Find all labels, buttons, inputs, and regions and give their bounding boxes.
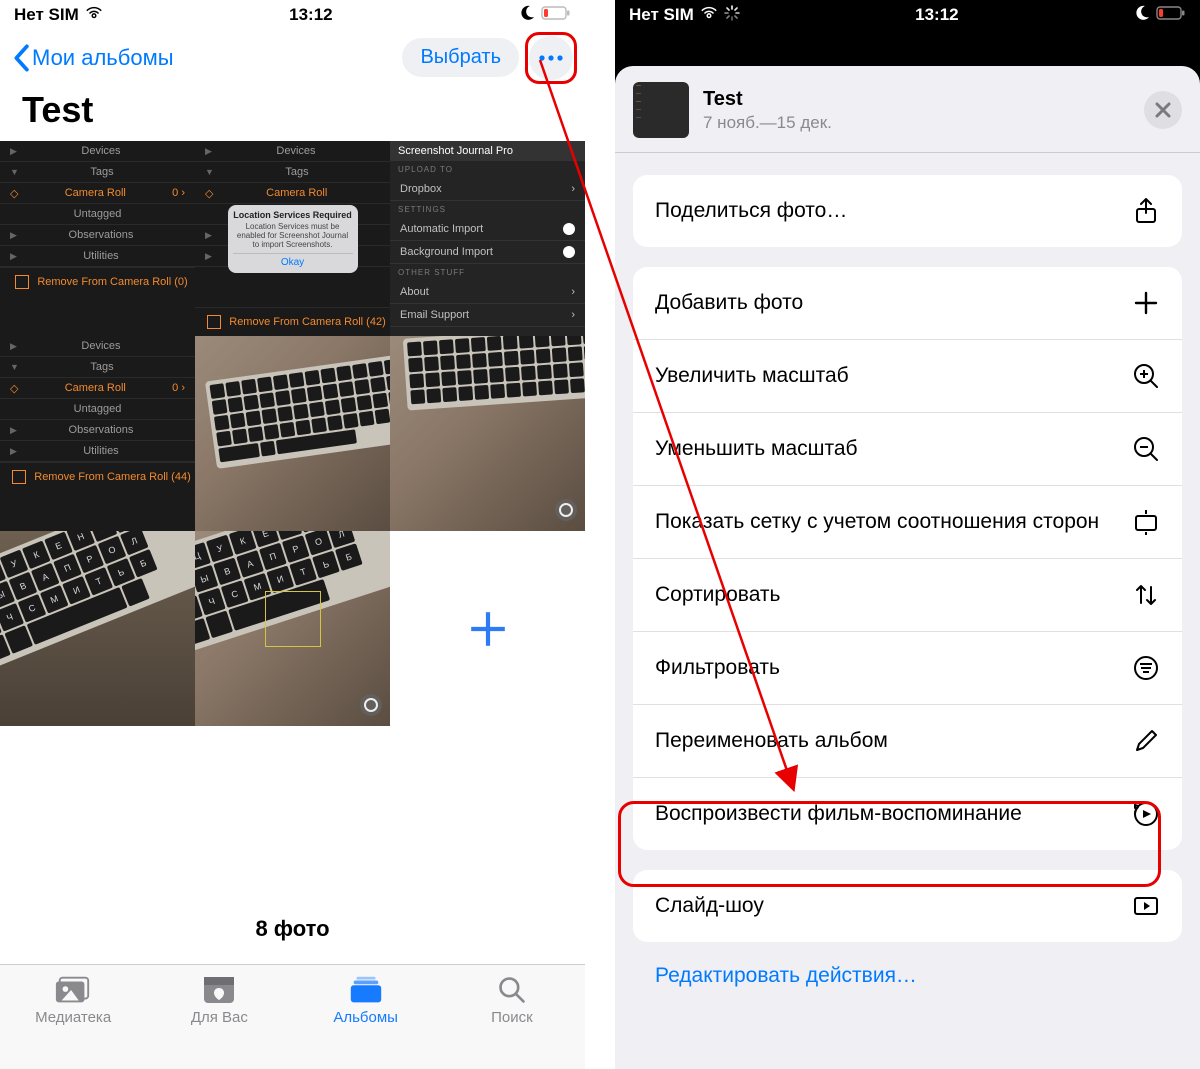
close-button[interactable] — [1144, 91, 1182, 129]
photo-thumb[interactable] — [195, 336, 390, 531]
add-photo-button[interactable] — [390, 531, 585, 726]
menu-zoom-in[interactable]: Увеличить масштаб — [633, 339, 1182, 412]
sort-icon — [1132, 581, 1160, 609]
select-button[interactable]: Выбрать — [402, 38, 519, 77]
wifi-icon — [700, 5, 718, 25]
photo-thumb[interactable]: ▶Devices ▼Tags ◇Camera Roll Unt ▶Obs ▶Ut… — [195, 141, 390, 336]
search-icon — [493, 975, 531, 1005]
photo-thumb[interactable]: ▶Devices ▼Tags ◇Camera Roll0 › Untagged … — [0, 336, 195, 531]
nav-bar: Мои альбомы Выбрать — [0, 30, 585, 85]
menu-rename[interactable]: Переименовать альбом — [633, 704, 1182, 777]
edit-actions-link[interactable]: Редактировать действия… — [633, 942, 1182, 1010]
battery-icon — [541, 5, 571, 25]
wifi-icon — [85, 5, 103, 25]
albums-icon — [347, 975, 385, 1005]
menu-zoom-out[interactable]: Уменьшить масштаб — [633, 412, 1182, 485]
album-screen: Нет SIM 13:12 Мои альбомы Выбрать Test — [0, 0, 585, 1069]
carrier-label: Нет SIM — [14, 5, 79, 25]
sheet-subtitle: 7 нояб.—15 дек. — [703, 113, 832, 133]
photo-thumb[interactable]: Screenshot Journal Pro UPLOAD TO Dropbox… — [390, 141, 585, 336]
clock-label: 13:12 — [915, 5, 958, 25]
for-you-icon — [200, 975, 238, 1005]
clock-label: 13:12 — [289, 5, 332, 25]
status-bar: Нет SIM 13:12 — [615, 0, 1200, 30]
slideshow-icon — [1132, 892, 1160, 920]
menu-screen: Нет SIM 13:12 ————— Test 7 нояб.—15 дек. — [615, 0, 1200, 1069]
moon-icon — [519, 5, 535, 26]
status-bar: Нет SIM 13:12 — [0, 0, 585, 30]
tab-albums[interactable]: Альбомы — [296, 975, 436, 1069]
selection-box — [265, 591, 321, 647]
back-button[interactable]: Мои альбомы — [12, 44, 174, 72]
battery-icon — [1156, 5, 1186, 25]
back-label: Мои альбомы — [32, 45, 174, 71]
library-icon — [54, 975, 92, 1005]
moon-icon — [1134, 5, 1150, 26]
plus-icon — [1132, 289, 1160, 317]
annotation-highlight — [618, 801, 1161, 887]
photo-thumb[interactable]: ЙЦУКЕНГШ ФЫВАПРОЛ ЯЧСМИТЬБ — [0, 531, 195, 726]
tab-library[interactable]: Медиатека — [3, 975, 143, 1069]
action-sheet: ————— Test 7 нояб.—15 дек. Поделиться фо… — [615, 66, 1200, 1069]
pencil-icon — [1132, 727, 1160, 755]
menu-add[interactable]: Добавить фото — [633, 267, 1182, 339]
aspect-grid-icon — [1132, 508, 1160, 536]
share-icon — [1132, 197, 1160, 225]
zoom-in-icon — [1132, 362, 1160, 390]
trash-icon — [207, 315, 221, 329]
album-title: Test — [0, 85, 585, 141]
photo-thumb[interactable]: ▶Devices ▼Tags ◇Camera Roll0 › Untagged … — [0, 141, 195, 336]
photo-thumb[interactable]: ЙЦУКЕНГШ ФЫВАПРОЛ ЯЧСМИТЬБ — [195, 531, 390, 726]
sheet-thumbnail: ————— — [633, 82, 689, 138]
tab-for-you[interactable]: Для Вас — [149, 975, 289, 1069]
plus-icon — [467, 608, 509, 650]
filter-icon — [1132, 654, 1160, 682]
more-button[interactable] — [529, 36, 573, 80]
live-photo-icon — [555, 499, 577, 521]
menu-filter[interactable]: Фильтровать — [633, 631, 1182, 704]
menu-aspect-grid[interactable]: Показать сетку с учетом соотношения стор… — [633, 485, 1182, 558]
photo-thumb[interactable] — [390, 336, 585, 531]
photo-grid: ▶Devices ▼Tags ◇Camera Roll0 › Untagged … — [0, 141, 585, 726]
zoom-out-icon — [1132, 435, 1160, 463]
annotation-highlight — [525, 32, 577, 84]
photo-count: 8 фото — [0, 916, 585, 942]
sheet-title: Test — [703, 88, 832, 111]
trash-icon — [12, 470, 26, 484]
close-icon — [1154, 101, 1172, 119]
sheet-header: ————— Test 7 нояб.—15 дек. — [633, 66, 1182, 152]
carrier-label: Нет SIM — [629, 5, 694, 25]
spinner-icon — [724, 5, 740, 26]
trash-icon — [15, 275, 29, 289]
menu-share[interactable]: Поделиться фото… — [633, 175, 1182, 247]
tab-bar: Медиатека Для Вас Альбомы Поиск — [0, 964, 585, 1069]
live-photo-icon — [360, 694, 382, 716]
chevron-left-icon — [12, 44, 30, 72]
menu-sort[interactable]: Сортировать — [633, 558, 1182, 631]
dialog: Location Services Required Location Serv… — [228, 205, 358, 273]
tab-search[interactable]: Поиск — [442, 975, 582, 1069]
